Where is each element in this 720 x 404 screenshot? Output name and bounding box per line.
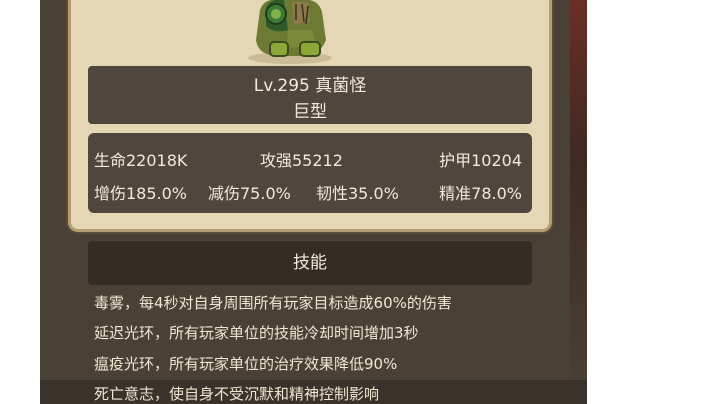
monster-level-name: Lv.295 真菌怪 [253,76,367,96]
stat-hp: 生命22018K [94,151,188,170]
skills-header: 技能 [88,241,532,285]
monster-title-banner: Lv.295 真菌怪 巨型 [88,66,532,124]
stat-damage-increase: 增伤185.0% [94,184,188,203]
left-margin [0,0,40,404]
skill-line: 死亡意志，使自身不受沉默和精神控制影响 [94,385,380,403]
right-margin [587,0,720,404]
skill-line: 毒雾，每4秒对自身周围所有玩家目标造成60%的伤害 [94,294,452,312]
stat-toughness: 韧性35.0% [316,184,399,203]
monster-size: 巨型 [293,102,327,122]
stat-damage-reduction: 减伤75.0% [208,184,291,203]
skill-line: 延迟光环，所有玩家单位的技能冷却时间增加3秒 [94,324,419,342]
skill-line: 瘟疫光环，所有玩家单位的治疗效果降低90% [94,355,398,373]
stat-attack: 攻强55212 [260,151,343,170]
panel-edge-decoration [570,0,587,404]
stats-panel: 生命22018K 攻强55212 护甲10204 增伤185.0% 减伤75.0… [88,133,532,213]
stat-accuracy: 精准78.0% [439,184,522,203]
stat-armor: 护甲10204 [439,151,522,170]
monster-portrait [248,0,332,64]
